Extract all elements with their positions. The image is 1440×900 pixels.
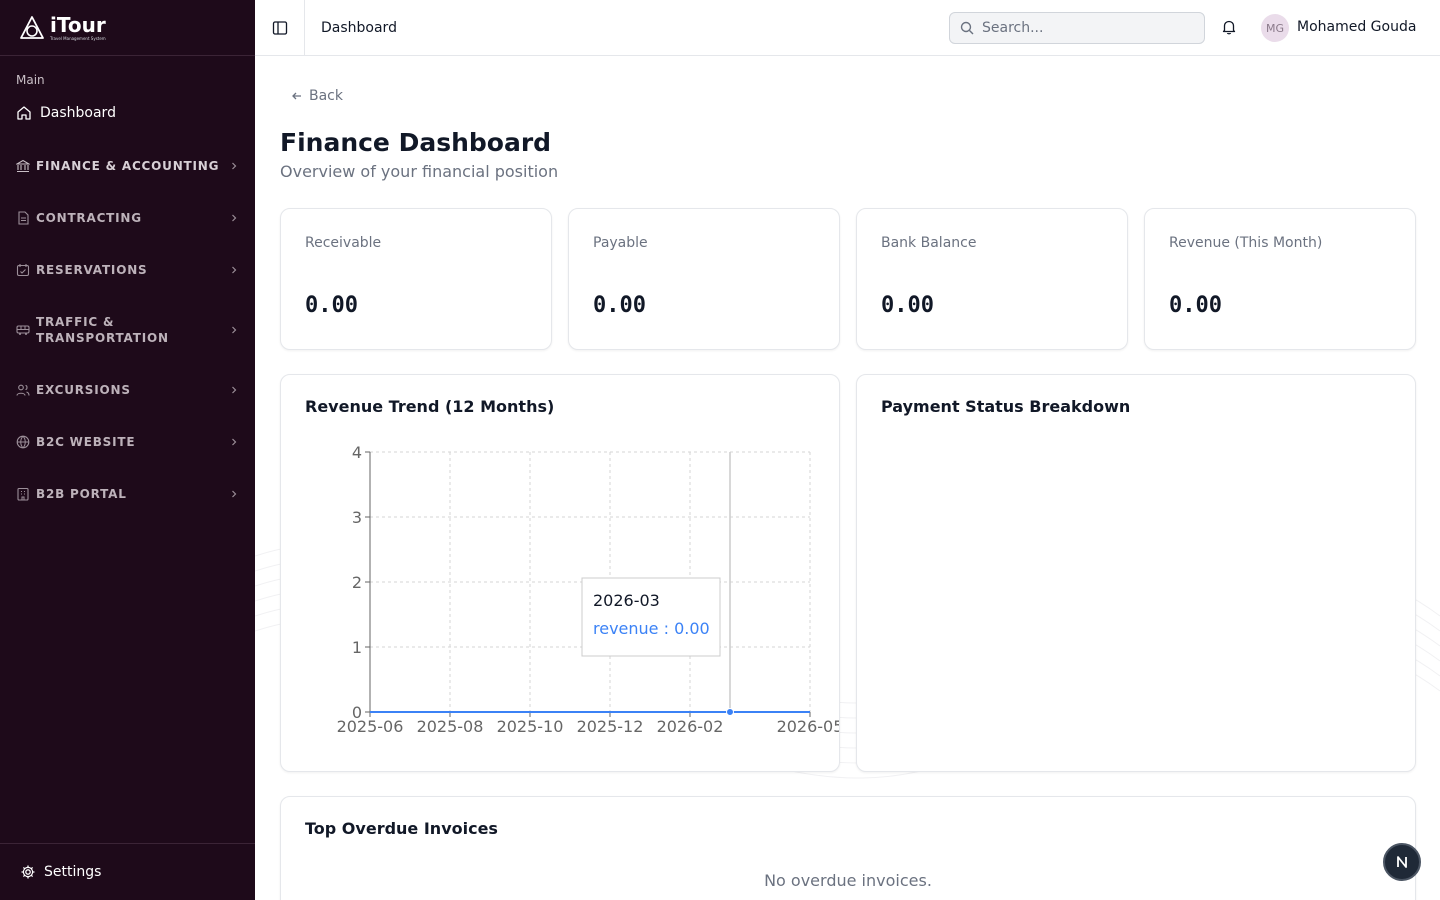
- next-devtools-button[interactable]: [1383, 843, 1421, 881]
- tooltip-value: revenue : 0.00: [593, 619, 710, 638]
- sidebar-group-b2c-website[interactable]: B2C WEBSITE: [16, 434, 239, 450]
- calendar-check-icon: [16, 264, 30, 277]
- n-logo-icon: [1397, 856, 1407, 868]
- kpi-card-receivable: Receivable 0.00: [280, 208, 552, 350]
- sidebar-group-label: RESERVATIONS: [36, 263, 148, 277]
- itour-logo-icon: [20, 15, 44, 39]
- chevron-right-icon: [232, 266, 237, 274]
- sidebar-item-dashboard[interactable]: Dashboard: [16, 102, 116, 124]
- brand-name: iTour: [50, 12, 106, 37]
- back-link[interactable]: Back: [291, 88, 343, 104]
- sidebar-group-label: EXCURSIONS: [36, 383, 131, 397]
- active-data-point: [726, 708, 734, 716]
- kpi-value: 0.00: [593, 293, 646, 318]
- revenue-trend-card: Revenue Trend (12 Months) 0 1 2 3 4 2025-06 20…: [280, 374, 840, 772]
- notification-bell-icon[interactable]: [1220, 18, 1238, 36]
- sidebar-group-label: TRAFFIC & TRANSPORTATION: [36, 315, 169, 345]
- kpi-label: Payable: [593, 235, 648, 251]
- building-icon: [17, 487, 29, 501]
- chevron-right-icon: [232, 490, 237, 498]
- x-tick-label: 2025-06: [337, 717, 404, 736]
- empty-state-message: No overdue invoices.: [764, 871, 932, 890]
- card-title: Payment Status Breakdown: [881, 397, 1131, 416]
- x-tick-label: 2025-12: [577, 717, 644, 736]
- user-avatar[interactable]: MG: [1261, 14, 1289, 42]
- sidebar-group-label: B2B PORTAL: [36, 487, 127, 501]
- back-label: Back: [309, 88, 343, 104]
- y-tick-label: 4: [352, 443, 362, 462]
- document-icon: [18, 211, 29, 225]
- top-header: Dashboard MG Mohamed Gouda: [255, 0, 1440, 56]
- search-icon: [960, 21, 974, 35]
- x-tick-label: 2026-05: [777, 717, 839, 736]
- gear-icon: [21, 865, 35, 879]
- arrow-left-icon: [292, 92, 301, 100]
- bank-icon: [16, 159, 30, 173]
- sidebar-group-contracting[interactable]: CONTRACTING: [16, 210, 239, 226]
- tooltip-label: 2026-03: [593, 591, 660, 610]
- kpi-value: 0.00: [881, 293, 934, 318]
- x-tick-label: 2025-10: [497, 717, 564, 736]
- sidebar-group-label: CONTRACTING: [36, 211, 142, 225]
- sidebar-section-label: Main: [16, 73, 45, 87]
- chevron-right-icon: [232, 214, 237, 222]
- y-tick-label: 3: [352, 508, 362, 527]
- sidebar-group-traffic-transportation[interactable]: TRAFFIC & TRANSPORTATION: [16, 314, 239, 346]
- kpi-value: 0.00: [1169, 293, 1222, 318]
- bus-icon: [16, 325, 30, 335]
- settings-label: Settings: [44, 864, 102, 880]
- kpi-card-revenue-month: Revenue (This Month) 0.00: [1144, 208, 1416, 350]
- brand[interactable]: iTour Travel Management System: [0, 0, 255, 56]
- page-subtitle: Overview of your financial position: [280, 162, 559, 181]
- globe-icon: [16, 435, 30, 449]
- kpi-label: Revenue (This Month): [1169, 235, 1323, 251]
- revenue-line-chart[interactable]: 012342025-06 2025-08 2025-10 2025-12 2026-02…: [281, 375, 839, 771]
- payment-status-card: Payment Status Breakdown: [856, 374, 1416, 772]
- sidebar-item-label: Dashboard: [40, 105, 116, 121]
- overdue-invoices-card: Top Overdue Invoices No overdue invoices…: [280, 796, 1416, 900]
- sidebar: iTour Travel Management System Main Dash…: [0, 0, 255, 900]
- panel-left-icon: [272, 20, 287, 35]
- page-title: Finance Dashboard: [280, 128, 552, 157]
- kpi-card-bank-balance: Bank Balance 0.00: [856, 208, 1128, 350]
- sidebar-toggle-button[interactable]: [255, 0, 305, 56]
- search-box[interactable]: [949, 12, 1205, 44]
- kpi-card-payable: Payable 0.00: [568, 208, 840, 350]
- kpi-value: 0.00: [305, 293, 358, 318]
- sidebar-group-excursions[interactable]: EXCURSIONS: [16, 382, 239, 398]
- users-icon: [16, 384, 30, 396]
- chevron-right-icon: [232, 326, 237, 334]
- chart-tooltip: [581, 577, 721, 657]
- sidebar-group-reservations[interactable]: RESERVATIONS: [16, 262, 239, 278]
- chevron-right-icon: [232, 438, 237, 446]
- search-input[interactable]: [982, 20, 1182, 36]
- sidebar-group-finance[interactable]: FINANCE & ACCOUNTING: [16, 158, 239, 174]
- brand-tagline: Travel Management System: [50, 35, 106, 41]
- sidebar-group-b2b-portal[interactable]: B2B PORTAL: [16, 486, 239, 502]
- y-tick-label: 2: [352, 573, 362, 592]
- sidebar-group-label: FINANCE & ACCOUNTING: [36, 159, 220, 173]
- user-name[interactable]: Mohamed Gouda: [1297, 19, 1416, 35]
- y-tick-label: 1: [352, 638, 362, 657]
- main-content: Back Finance Dashboard Overview of your …: [255, 56, 1440, 900]
- kpi-label: Bank Balance: [881, 235, 977, 251]
- kpi-label: Receivable: [305, 235, 382, 251]
- sidebar-item-settings[interactable]: Settings: [0, 843, 255, 900]
- home-icon: [17, 106, 31, 120]
- x-tick-label: 2025-08: [417, 717, 484, 736]
- sidebar-group-label: B2C WEBSITE: [36, 435, 136, 449]
- chevron-right-icon: [232, 386, 237, 394]
- x-tick-label: 2026-02: [657, 717, 724, 736]
- card-title: Top Overdue Invoices: [305, 819, 498, 838]
- breadcrumb-title: Dashboard: [321, 19, 397, 36]
- chevron-right-icon: [232, 162, 237, 170]
